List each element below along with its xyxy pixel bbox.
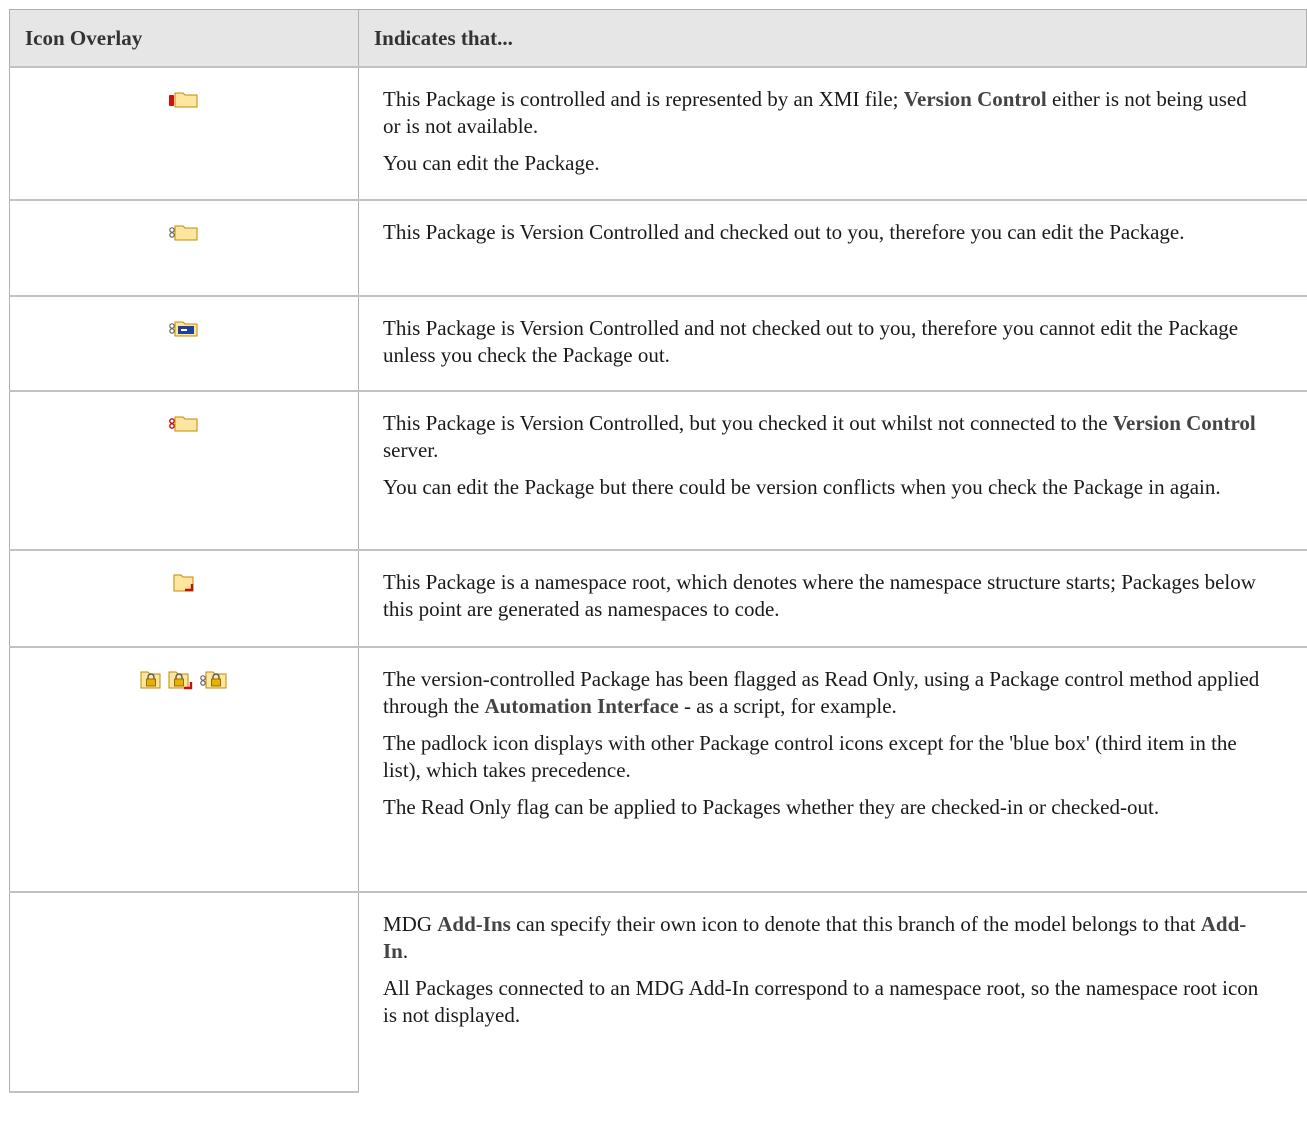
description-text: The version-controlled Package has been … xyxy=(383,666,1267,720)
icon-group xyxy=(173,573,195,593)
read-only-namespace-package-icon xyxy=(168,670,194,690)
icon-cell xyxy=(9,550,359,648)
description-cell: This Package is Version Controlled and c… xyxy=(358,200,1307,297)
icon-overlay-table: Icon Overlay Indicates that... This Pack… xyxy=(9,9,1307,1093)
description-text: The Read Only flag can be applied to Pac… xyxy=(383,795,1160,819)
table-row: This Package is a namespace root, which … xyxy=(9,550,1307,648)
description-text: This Package is a namespace root, which … xyxy=(383,570,1256,621)
icon-group xyxy=(169,414,199,432)
table-row: This Package is controlled and is repres… xyxy=(9,67,1307,201)
icon-group xyxy=(169,319,199,337)
description-cell: This Package is controlled and is repres… xyxy=(358,67,1307,201)
icon-cell xyxy=(9,296,359,392)
table-row: The version-controlled Package has been … xyxy=(9,647,1307,893)
description-cell: This Package is Version Controlled and n… xyxy=(358,296,1307,392)
table-row: MDG Add-Ins can specify their own icon t… xyxy=(9,892,1307,1093)
icon-cell xyxy=(9,67,359,201)
read-only-package-icon xyxy=(140,670,162,690)
offline-checked-out-package-icon xyxy=(169,414,199,432)
table-row: This Package is Version Controlled and c… xyxy=(9,200,1307,297)
description-text: You can edit the Package but there could… xyxy=(383,475,1221,499)
read-only-version-controlled-package-icon xyxy=(200,670,228,690)
namespace-root-icon xyxy=(173,573,195,593)
automation-interface-term: Automation Interface xyxy=(484,694,679,718)
table-header-row: Icon Overlay Indicates that... xyxy=(9,9,1307,68)
icon-cell xyxy=(9,647,359,893)
icon-cell xyxy=(9,892,359,1093)
add-ins-term: Add-Ins xyxy=(437,912,511,936)
text-span: can specify their own icon to denote tha… xyxy=(510,912,1201,936)
checked-out-package-icon xyxy=(169,223,199,241)
description-cell: This Package is a namespace root, which … xyxy=(358,550,1307,648)
description-text: This Package is controlled and is repres… xyxy=(383,86,1267,140)
icon-group xyxy=(169,90,199,108)
description-text: You can edit the Package. xyxy=(383,151,600,175)
table-row: This Package is Version Controlled, but … xyxy=(9,391,1307,551)
header-icon-overlay: Icon Overlay xyxy=(9,9,359,68)
description-cell: This Package is Version Controlled, but … xyxy=(358,391,1307,551)
description-cell: The version-controlled Package has been … xyxy=(358,647,1307,893)
version-control-term: Version Control xyxy=(903,87,1047,111)
text-span: This Package is Version Controlled, but … xyxy=(383,411,1113,435)
checked-in-package-icon xyxy=(169,319,199,337)
description-text: The padlock icon displays with other Pac… xyxy=(383,731,1237,782)
description-text: MDG Add-Ins can specify their own icon t… xyxy=(383,911,1267,965)
description-text: All Packages connected to an MDG Add-In … xyxy=(383,976,1259,1027)
icon-group xyxy=(169,223,199,241)
icon-group xyxy=(140,670,228,690)
icon-cell xyxy=(9,391,359,551)
text-span: server. xyxy=(383,438,439,462)
text-span: MDG xyxy=(383,912,438,936)
description-text: This Package is Version Controlled, but … xyxy=(383,410,1267,464)
description-text: This Package is Version Controlled and c… xyxy=(383,220,1185,244)
version-control-term: Version Control xyxy=(1112,411,1256,435)
icon-cell xyxy=(9,200,359,297)
text-span: - as a script, for example. xyxy=(678,694,897,718)
text-span: This Package is controlled and is repres… xyxy=(383,87,904,111)
description-cell: MDG Add-Ins can specify their own icon t… xyxy=(358,892,1307,1092)
text-span: . xyxy=(402,939,409,963)
header-indicates-that: Indicates that... xyxy=(358,9,1307,68)
controlled-package-icon xyxy=(169,90,199,108)
description-text: This Package is Version Controlled and n… xyxy=(383,316,1239,367)
table-row: This Package is Version Controlled and n… xyxy=(9,296,1307,392)
